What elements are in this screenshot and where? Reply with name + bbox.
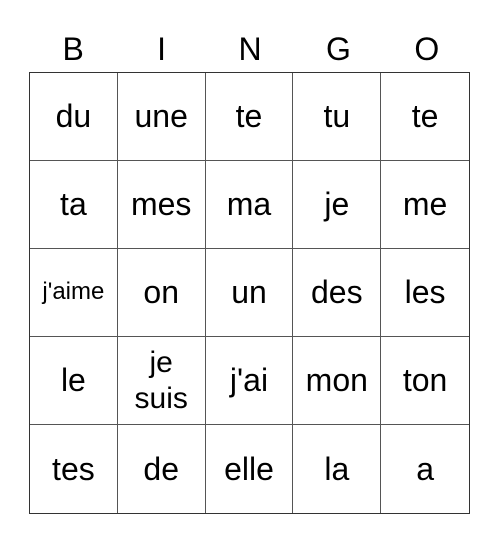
bingo-cell[interactable]: mon: [293, 337, 382, 425]
header-letter-i: I: [157, 31, 167, 67]
bingo-cell[interactable]: les: [381, 249, 469, 337]
header-letter-g: G: [325, 31, 351, 67]
header-letter-b: B: [62, 31, 84, 67]
bingo-cell[interactable]: tes: [30, 425, 118, 513]
bingo-card: du une te tu te ta mes ma je me j'aime o…: [29, 72, 470, 514]
bingo-cell[interactable]: la: [293, 425, 382, 513]
bingo-cell[interactable]: le: [30, 337, 118, 425]
bingo-cell[interactable]: ma: [205, 161, 294, 249]
bingo-cell[interactable]: de: [118, 425, 206, 513]
bingo-cell[interactable]: tu: [293, 73, 382, 161]
header-letter-o: O: [414, 31, 440, 67]
bingo-cell[interactable]: ton: [381, 337, 469, 425]
bingo-cell[interactable]: te: [381, 73, 469, 161]
bingo-cell[interactable]: j'ai: [205, 337, 294, 425]
bingo-header: B I N G O: [29, 26, 471, 72]
bingo-cell[interactable]: une: [117, 73, 206, 161]
bingo-cell[interactable]: des: [293, 249, 382, 337]
bingo-cell[interactable]: te: [205, 73, 294, 161]
header-letter-n: N: [238, 31, 262, 67]
bingo-cell[interactable]: du: [30, 73, 118, 161]
bingo-cell[interactable]: mes: [117, 161, 206, 249]
bingo-cell[interactable]: j'aime: [30, 249, 118, 337]
bingo-cell[interactable]: me: [381, 161, 469, 249]
bingo-cell[interactable]: ta: [30, 161, 118, 249]
bingo-cell[interactable]: on: [117, 249, 206, 337]
bingo-cell[interactable]: elle: [206, 425, 294, 513]
bingo-cell[interactable]: je: [293, 161, 382, 249]
bingo-cell[interactable]: un: [205, 249, 294, 337]
bingo-cell[interactable]: je suis: [117, 337, 206, 425]
bingo-cell[interactable]: a: [381, 425, 469, 513]
